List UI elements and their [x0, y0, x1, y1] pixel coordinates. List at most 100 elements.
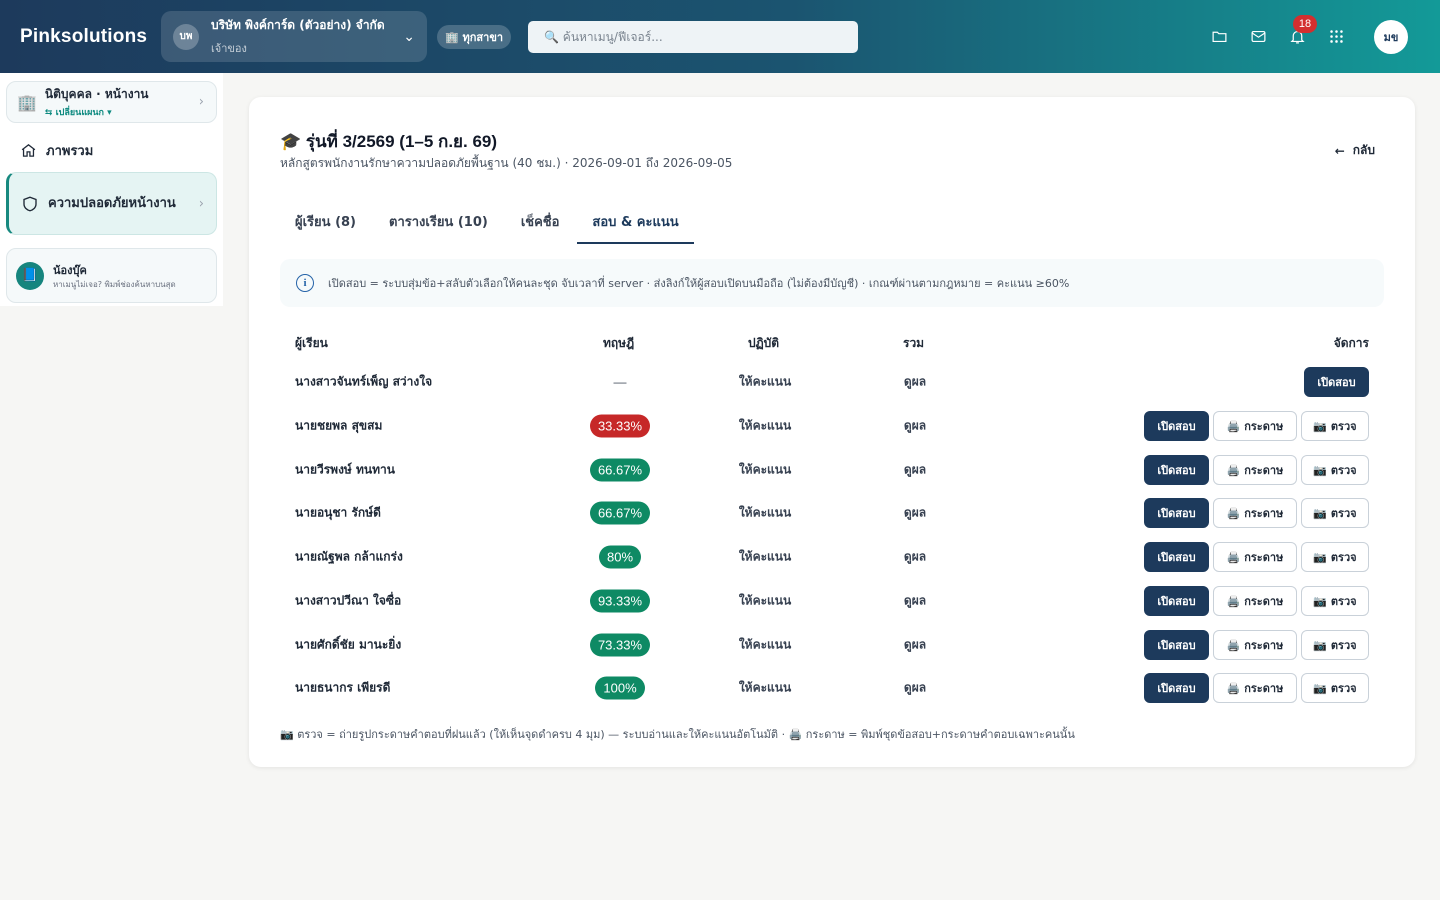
scan-check-button[interactable]: 📷 ตรวจ [1301, 498, 1369, 528]
chevron-right-icon: › [198, 94, 204, 110]
scan-check-button[interactable]: 📷 ตรวจ [1301, 673, 1369, 703]
learner-name: นายณัฐพล กล้าแกร่ง [295, 549, 403, 564]
print-paper-button[interactable]: 🖨️ กระดาษ [1213, 586, 1297, 616]
column-header-learner: ผู้เรียน [295, 336, 328, 350]
table-row: นางสาวปวีณา ใจซื่อ 93.33% ให้คะแนน ดูผล เปิด… [249, 581, 1415, 621]
theory-score-badge: 73.33% [589, 633, 651, 657]
bell-icon[interactable]: 18 [1287, 14, 1317, 47]
tab-schedule[interactable]: ตารางเรียน (10) [374, 197, 503, 244]
learner-name: นางสาวปวีณา ใจซื่อ [295, 593, 402, 608]
learner-name: นายธนากร เพียรดี [295, 680, 391, 695]
home-icon [21, 144, 36, 157]
print-paper-button[interactable]: 🖨️ กระดาษ [1213, 542, 1297, 572]
tab-learners[interactable]: ผู้เรียน (8) [280, 197, 371, 244]
open-exam-button[interactable]: เปิดสอบ [1304, 367, 1369, 397]
table-row: นายชยพล สุขสม 33.33% ให้คะแนน ดูผล เปิดสอบ 🖨️… [249, 406, 1415, 446]
sidebar-item-overview[interactable]: ภาพรวม [20, 140, 93, 161]
theory-score-badge: 80% [598, 545, 642, 569]
row-actions: เปิดสอบ [1304, 367, 1369, 397]
sidebar-item-label: ภาพรวม [46, 144, 94, 159]
scan-check-button[interactable]: 📷 ตรวจ [1301, 542, 1369, 572]
org-switcher[interactable]: 🏢 นิติบุคคล · หน้างาน ⇆ เปลี่ยนแผนก ▾ › [6, 81, 217, 123]
course-detail-card: 🎓 รุ่นที่ 3/2569 (1–5 ก.ย. 69) หลักสูตรพ… [249, 97, 1415, 767]
top-bar: Pinksolutions บพ บริษัท พิงค์การ์ด (ตัวอ… [0, 0, 1440, 73]
brand-logo[interactable]: Pinksolutions [20, 26, 161, 48]
company-name: บริษัท พิงค์การ์ด (ตัวอย่าง) จำกัด [211, 18, 385, 32]
open-exam-button[interactable]: เปิดสอบ [1144, 673, 1209, 703]
theory-score-badge: 33.33% [589, 414, 651, 438]
back-label: กลับ [1352, 143, 1375, 157]
learner-name: นางสาวจันทร์เพ็ญ สว่างใจ [295, 374, 433, 389]
info-banner: i เปิดสอบ = ระบบสุ่มข้อ+สลับตัวเลือกให้ค… [280, 259, 1384, 307]
helper-assistant[interactable]: 📘 น้องบุ๊ค หาเมนูไม่เจอ? พิมพ์ช่องค้นหาบ… [6, 248, 217, 303]
learner-name: นายศักดิ์ชัย มานะยิ่ง [295, 637, 402, 652]
scan-check-button[interactable]: 📷 ตรวจ [1301, 586, 1369, 616]
open-exam-button[interactable]: เปิดสอบ [1144, 411, 1209, 441]
search-input[interactable] [544, 29, 825, 44]
column-header-theory: ทฤษฎี [603, 336, 635, 350]
info-text: เปิดสอบ = ระบบสุ่มข้อ+สลับตัวเลือกให้คนล… [328, 277, 1070, 290]
row-actions: เปิดสอบ 🖨️ กระดาษ 📷 ตรวจ [1144, 498, 1369, 528]
sidebar-item-workplace-safety[interactable]: ความปลอดภัยหน้างาน › [6, 172, 217, 235]
print-paper-button[interactable]: 🖨️ กระดาษ [1213, 455, 1297, 485]
tab-bar: ผู้เรียน (8) ตารางเรียน (10) เช็คชื่อ สอ… [280, 197, 697, 244]
back-button[interactable]: ← กลับ [1335, 141, 1375, 160]
change-department-link[interactable]: ⇆ เปลี่ยนแผนก ▾ [45, 105, 149, 119]
open-exam-button[interactable]: เปิดสอบ [1144, 586, 1209, 616]
row-actions: เปิดสอบ 🖨️ กระดาษ 📷 ตรวจ [1144, 673, 1369, 703]
print-paper-button[interactable]: 🖨️ กระดาษ [1213, 630, 1297, 660]
row-actions: เปิดสอบ 🖨️ กระดาษ 📷 ตรวจ [1144, 542, 1369, 572]
table-row: นายธนากร เพียรดี 100% ให้คะแนน ดูผล เปิดสอบ 🖨… [249, 668, 1415, 708]
table-row: นายณัฐพล กล้าแกร่ง 80% ให้คะแนน ดูผล เปิดสอบ… [249, 537, 1415, 577]
table-row: นายวีรพงษ์ ทนทาน 66.67% ให้คะแนน ดูผล เปิดสอ… [249, 450, 1415, 490]
tab-attendance[interactable]: เช็คชื่อ [506, 197, 575, 244]
branch-selector[interactable]: 🏢 ทุกสาขา [437, 24, 512, 49]
open-exam-button[interactable]: เปิดสอบ [1144, 498, 1209, 528]
learner-name: นายอนุชา รักษ์ดี [295, 505, 381, 520]
sidebar-item-label: ความปลอดภัยหน้างาน [48, 195, 176, 211]
column-header-total: รวม [903, 336, 925, 350]
open-exam-button[interactable]: เปิดสอบ [1144, 455, 1209, 485]
footer-note: 📷 ตรวจ = ถ่ายรูปกระดาษคำตอบที่ฝนแล้ว (ให… [280, 728, 1075, 741]
apps-grid-icon[interactable] [1326, 27, 1346, 47]
folder-icon[interactable] [1209, 27, 1229, 47]
theory-score-badge: 100% [595, 676, 645, 700]
info-icon: i [296, 274, 314, 292]
mail-icon[interactable] [1248, 27, 1268, 47]
building-icon: 🏢 [17, 92, 37, 112]
print-paper-button[interactable]: 🖨️ กระดาษ [1213, 673, 1297, 703]
theory-score-badge: 66.67% [589, 458, 651, 482]
column-header-practice: ปฏิบัติ [748, 336, 780, 350]
row-actions: เปิดสอบ 🖨️ กระดาษ 📷 ตรวจ [1144, 586, 1369, 616]
company-switcher[interactable]: บพ บริษัท พิงค์การ์ด (ตัวอย่าง) จำกัด เจ… [161, 11, 427, 62]
sidebar: 🏢 นิติบุคคล · หน้างาน ⇆ เปลี่ยนแผนก ▾ › … [0, 73, 223, 306]
arrow-left-icon: ← [1334, 143, 1345, 158]
scan-check-button[interactable]: 📷 ตรวจ [1301, 411, 1369, 441]
chevron-down-icon: ⌄ [403, 28, 415, 45]
page-title: 🎓 รุ่นที่ 3/2569 (1–5 ก.ย. 69) [280, 132, 498, 151]
table-row: นายอนุชา รักษ์ดี 66.67% ให้คะแนน ดูผล เปิดสอ… [249, 493, 1415, 533]
table-row: นางสาวจันทร์เพ็ญ สว่างใจ — ให้คะแนน ดูผล เปิ… [249, 362, 1415, 402]
helper-title: น้องบุ๊ค [53, 264, 87, 277]
helper-hint: หาเมนูไม่เจอ? พิมพ์ช่องค้นหาบนสุด [53, 280, 176, 289]
scan-check-button[interactable]: 📷 ตรวจ [1301, 455, 1369, 485]
row-actions: เปิดสอบ 🖨️ กระดาษ 📷 ตรวจ [1144, 411, 1369, 441]
course-subtitle: หลักสูตรพนักงานรักษาความปลอดภัยพื้นฐาน (… [280, 156, 733, 170]
learner-name: นายวีรพงษ์ ทนทาน [295, 462, 395, 477]
scan-check-button[interactable]: 📷 ตรวจ [1301, 630, 1369, 660]
column-header-manage: จัดการ [1333, 336, 1369, 350]
chevron-right-icon: › [198, 196, 204, 211]
open-exam-button[interactable]: เปิดสอบ [1144, 542, 1209, 572]
print-paper-button[interactable]: 🖨️ กระดาษ [1213, 411, 1297, 441]
tab-exams-scores[interactable]: สอบ & คะแนน [577, 197, 694, 244]
book-icon: 📘 [16, 261, 44, 290]
search-bar[interactable] [528, 20, 859, 53]
theory-score-badge: 93.33% [589, 589, 651, 613]
theory-score-badge: 66.67% [589, 501, 651, 525]
open-exam-button[interactable]: เปิดสอบ [1144, 630, 1209, 660]
user-avatar[interactable]: มข [1374, 19, 1408, 54]
notification-badge: 18 [1293, 14, 1317, 33]
row-actions: เปิดสอบ 🖨️ กระดาษ 📷 ตรวจ [1144, 630, 1369, 660]
org-title: นิติบุคคล · หน้างาน [44, 87, 149, 101]
print-paper-button[interactable]: 🖨️ กระดาษ [1213, 498, 1297, 528]
